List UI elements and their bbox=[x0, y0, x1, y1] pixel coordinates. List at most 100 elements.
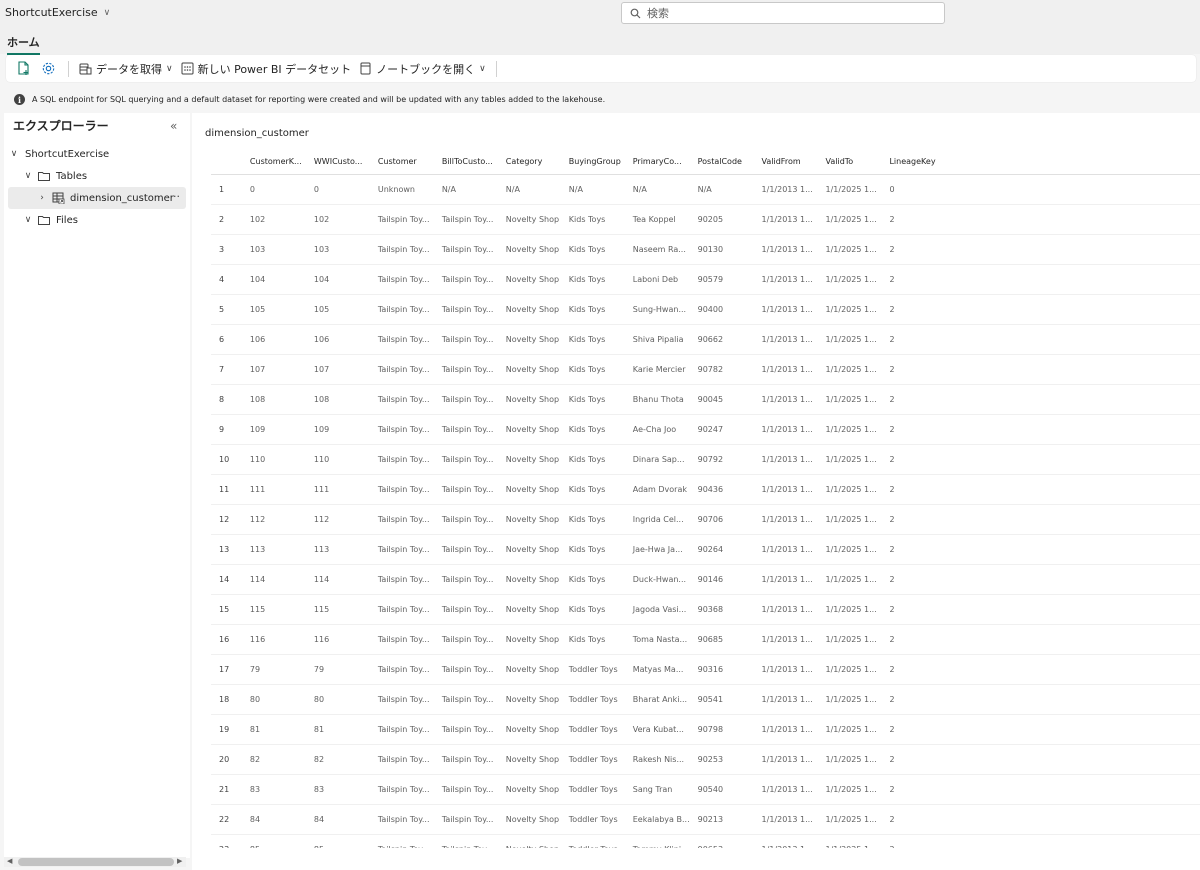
explorer-horizontal-scrollbar[interactable]: ◀ ▶ bbox=[4, 857, 186, 867]
table-row[interactable]: 13 113 113 Tailspin Toy... Tailspin Toy... No… bbox=[211, 534, 1200, 565]
search-box[interactable]: 検索 bbox=[621, 2, 945, 24]
open-notebook-button[interactable]: ノートブックを開く ∨ bbox=[355, 58, 490, 80]
table-cell: Naseem Ra... bbox=[624, 234, 690, 265]
column-header[interactable]: WWICusto... bbox=[305, 150, 370, 175]
table-row[interactable]: 22 84 84 Tailspin Toy... Tailspin Toy... Nove… bbox=[211, 804, 1200, 835]
row-number: 15 bbox=[211, 594, 242, 625]
column-header[interactable]: ValidFrom bbox=[753, 150, 818, 175]
row-number: 16 bbox=[211, 624, 242, 655]
column-header[interactable]: Category bbox=[497, 150, 561, 175]
table-cell: 1/1/2025 1... bbox=[817, 744, 882, 775]
table-cell: Tailspin Toy... bbox=[433, 684, 498, 715]
table-row[interactable]: 9 109 109 Tailspin Toy... Tailspin Toy... Nov… bbox=[211, 414, 1200, 445]
tree-item-dimension-customer[interactable]: › dimension_customer ··· bbox=[8, 187, 186, 209]
tab-home[interactable]: ホーム bbox=[7, 34, 40, 55]
row-number: 5 bbox=[211, 294, 242, 325]
table-row[interactable]: 11 111 111 Tailspin Toy... Tailspin Toy... No… bbox=[211, 474, 1200, 505]
table-cell: 2 bbox=[881, 684, 1200, 715]
row-number: 22 bbox=[211, 804, 242, 835]
workspace-switcher[interactable]: ShortcutExercise ∨ bbox=[5, 6, 110, 19]
table-cell: 2 bbox=[881, 564, 1200, 595]
table-cell: 1/1/2025 1... bbox=[817, 474, 882, 505]
table-row[interactable]: 14 114 114 Tailspin Toy... Tailspin Toy... No… bbox=[211, 564, 1200, 595]
table-cell: 1/1/2013 1... bbox=[753, 804, 818, 835]
table-cell: 1/1/2025 1... bbox=[817, 234, 882, 265]
new-item-icon[interactable] bbox=[14, 59, 34, 79]
table-cell: Kids Toys bbox=[560, 264, 625, 295]
table-row[interactable]: 20 82 82 Tailspin Toy... Tailspin Toy... Nove… bbox=[211, 744, 1200, 775]
table-cell: Tailspin Toy... bbox=[369, 204, 434, 235]
column-header[interactable]: BillToCusto... bbox=[433, 150, 498, 175]
row-number: 11 bbox=[211, 474, 242, 505]
table-row[interactable]: 18 80 80 Tailspin Toy... Tailspin Toy... Nove… bbox=[211, 684, 1200, 715]
table-cell: 90436 bbox=[689, 474, 754, 505]
table-row[interactable]: 1 0 0 Unknown N/A N/A N/A N/A N/A 1/1/2013 1... 1/… bbox=[211, 174, 1200, 205]
table-row[interactable]: 5 105 105 Tailspin Toy... Tailspin Toy... Nov… bbox=[211, 294, 1200, 325]
table-cell: 83 bbox=[305, 774, 370, 805]
tree-item-tables[interactable]: ∨ Tables bbox=[8, 165, 186, 187]
chevron-down-icon[interactable]: ∨ bbox=[22, 171, 34, 181]
tree-item-root[interactable]: ∨ ShortcutExercise bbox=[8, 143, 186, 165]
table-cell: Tailspin Toy... bbox=[433, 654, 498, 685]
column-header[interactable] bbox=[211, 150, 242, 175]
chevron-down-icon[interactable]: ∨ bbox=[8, 149, 20, 159]
table-cell: 0 bbox=[881, 174, 1200, 205]
table-cell: 1/1/2025 1... bbox=[817, 384, 882, 415]
tree-label-files: Files bbox=[56, 214, 78, 226]
settings-gear-icon[interactable] bbox=[38, 59, 58, 79]
table-cell: 1/1/2025 1... bbox=[817, 654, 882, 685]
column-header[interactable]: PostalCode bbox=[689, 150, 754, 175]
table-cell: Novelty Shop bbox=[497, 624, 561, 655]
table-cell: Kids Toys bbox=[560, 204, 625, 235]
column-header[interactable]: ValidTo bbox=[817, 150, 882, 175]
table-cell: 111 bbox=[305, 474, 370, 505]
chevron-right-icon[interactable]: › bbox=[36, 193, 48, 203]
table-cell: Novelty Shop bbox=[497, 414, 561, 445]
chevron-down-icon[interactable]: ∨ bbox=[22, 215, 34, 225]
table-cell: 90685 bbox=[689, 624, 754, 655]
table-row[interactable]: 2 102 102 Tailspin Toy... Tailspin Toy... Nov… bbox=[211, 204, 1200, 235]
column-header[interactable]: BuyingGroup bbox=[560, 150, 625, 175]
column-header[interactable]: LineageKey bbox=[881, 150, 1200, 175]
table-cell: Adam Dvorak bbox=[624, 474, 690, 505]
table-row[interactable]: 6 106 106 Tailspin Toy... Tailspin Toy... Nov… bbox=[211, 324, 1200, 355]
table-row[interactable]: 8 108 108 Tailspin Toy... Tailspin Toy... Nov… bbox=[211, 384, 1200, 415]
table-row[interactable]: 238585Tailspin Toy...Tailspin Toy...Nove… bbox=[211, 834, 1200, 848]
table-cell: 90253 bbox=[689, 744, 754, 775]
column-header[interactable]: CustomerK... bbox=[241, 150, 306, 175]
table-cell: 1/1/2013 1... bbox=[753, 594, 818, 625]
table-row[interactable]: 4 104 104 Tailspin Toy... Tailspin Toy... Nov… bbox=[211, 264, 1200, 295]
table-cell: 90146 bbox=[689, 564, 754, 595]
tree-item-files[interactable]: ∨ Files bbox=[8, 209, 186, 231]
toolbar: データを取得 ∨ 新しい Power BI データセット ノートブックを開く ∨ bbox=[6, 55, 1196, 82]
table-cell: Tailspin Toy... bbox=[433, 624, 498, 655]
table-cell: 90264 bbox=[689, 534, 754, 565]
table-cell: Tailspin Toy... bbox=[369, 624, 434, 655]
table-row[interactable]: 16 116 116 Tailspin Toy... Tailspin Toy... No… bbox=[211, 624, 1200, 655]
table-row[interactable]: 19 81 81 Tailspin Toy... Tailspin Toy... Nove… bbox=[211, 714, 1200, 745]
table-cell: Tailspin Toy... bbox=[433, 774, 498, 805]
get-data-button[interactable]: データを取得 ∨ bbox=[75, 58, 177, 80]
table-cell: 90213 bbox=[689, 804, 754, 835]
table-row[interactable]: 12 112 112 Tailspin Toy... Tailspin Toy... No… bbox=[211, 504, 1200, 535]
table-row[interactable]: 3 103 103 Tailspin Toy... Tailspin Toy... Nov… bbox=[211, 234, 1200, 265]
scrollbar-thumb[interactable] bbox=[18, 858, 174, 866]
column-header[interactable]: PrimaryCo... bbox=[624, 150, 690, 175]
table-row[interactable]: 10 110 110 Tailspin Toy... Tailspin Toy... No… bbox=[211, 444, 1200, 475]
new-dataset-button[interactable]: 新しい Power BI データセット bbox=[177, 58, 356, 80]
column-header[interactable]: Customer bbox=[369, 150, 434, 175]
row-number: 21 bbox=[211, 774, 242, 805]
collapse-pane-icon[interactable]: « bbox=[170, 119, 177, 133]
scroll-left-icon[interactable]: ◀ bbox=[7, 857, 12, 865]
toolbar-divider bbox=[495, 60, 497, 77]
table-cell: Tailspin Toy... bbox=[433, 384, 498, 415]
table-row[interactable]: 7 107 107 Tailspin Toy... Tailspin Toy... Nov… bbox=[211, 354, 1200, 385]
table-row[interactable]: 15 115 115 Tailspin Toy... Tailspin Toy... No… bbox=[211, 594, 1200, 625]
table-cell: 1/1/2013 1... bbox=[753, 414, 818, 445]
table-row[interactable]: 21 83 83 Tailspin Toy... Tailspin Toy... Nove… bbox=[211, 774, 1200, 805]
table-row[interactable]: 17 79 79 Tailspin Toy... Tailspin Toy... Nove… bbox=[211, 654, 1200, 685]
scroll-right-icon[interactable]: ▶ bbox=[177, 857, 182, 865]
table-cell: 90247 bbox=[689, 414, 754, 445]
more-options-icon[interactable]: ··· bbox=[170, 190, 181, 203]
table-cell: 1/1/2013 1... bbox=[753, 384, 818, 415]
